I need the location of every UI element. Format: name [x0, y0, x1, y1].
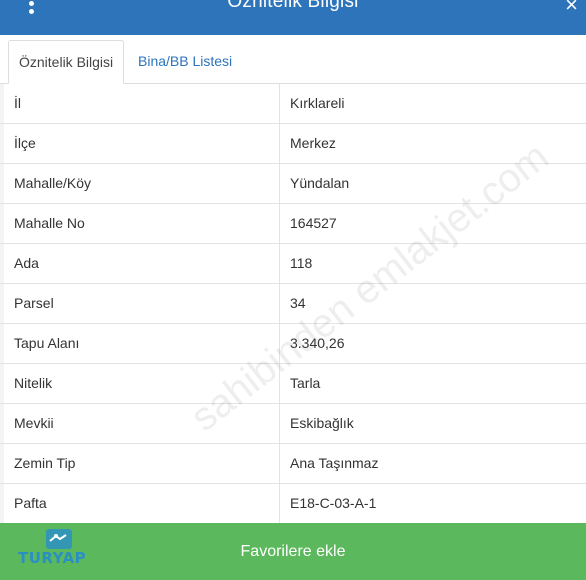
- row-value: 118: [290, 255, 313, 271]
- row-value: 164527: [290, 215, 337, 231]
- row-value: 34: [290, 295, 306, 311]
- row-key: Mevkii: [0, 404, 280, 443]
- table-row: İl Kırklareli: [0, 84, 586, 124]
- table-row: İlçe Merkez: [0, 124, 586, 164]
- row-value: Ana Taşınmaz: [290, 455, 379, 471]
- tab-building-list[interactable]: Bina/BB Listesi: [128, 40, 242, 84]
- tab-attribute-info[interactable]: Öznitelik Bilgisi: [8, 40, 125, 84]
- row-value: Eskibağlık: [290, 415, 354, 431]
- table-row: Parsel 34: [0, 284, 586, 324]
- tab-bar: Öznitelik Bilgisi Bina/BB Listesi: [0, 35, 586, 84]
- table-row: Tapu Alanı 3.340,26: [0, 324, 586, 364]
- add-to-favorites-label: Favorilere ekle: [240, 543, 346, 560]
- attribute-table: İl Kırklareli İlçe Merkez Mahalle/Köy Yü…: [0, 84, 586, 524]
- row-value: E18-C-03-A-1: [290, 495, 377, 511]
- row-value: Merkez: [290, 135, 336, 151]
- table-row: Ada 118: [0, 244, 586, 284]
- add-to-favorites-button[interactable]: Favorilere ekle: [0, 523, 586, 580]
- row-key: İlçe: [0, 124, 280, 163]
- row-key: Nitelik: [0, 364, 280, 403]
- row-key: Tapu Alanı: [0, 324, 280, 363]
- table-row: Nitelik Tarla: [0, 364, 586, 404]
- dialog-title: Öznitelik Bilgisi: [227, 0, 359, 12]
- row-key: Ada: [0, 244, 280, 283]
- row-key: Mahalle/Köy: [0, 164, 280, 203]
- table-row: Mahalle No 164527: [0, 204, 586, 244]
- row-key: Pafta: [0, 484, 280, 523]
- row-key: Zemin Tip: [0, 444, 280, 483]
- table-row: Pafta E18-C-03-A-1: [0, 484, 586, 524]
- row-key: Parsel: [0, 284, 280, 323]
- row-value: Kırklareli: [290, 95, 345, 111]
- close-icon[interactable]: ×: [565, 0, 578, 18]
- table-row: Mevkii Eskibağlık: [0, 404, 586, 444]
- row-value: 3.340,26: [290, 335, 345, 351]
- row-value: Yündalan: [290, 175, 350, 191]
- table-row: Mahalle/Köy Yündalan: [0, 164, 586, 204]
- row-value: Tarla: [290, 375, 321, 391]
- row-key: Mahalle No: [0, 204, 280, 243]
- row-key: İl: [0, 84, 280, 123]
- dialog-header: Öznitelik Bilgisi ×: [0, 0, 586, 35]
- table-row: Zemin Tip Ana Taşınmaz: [0, 444, 586, 484]
